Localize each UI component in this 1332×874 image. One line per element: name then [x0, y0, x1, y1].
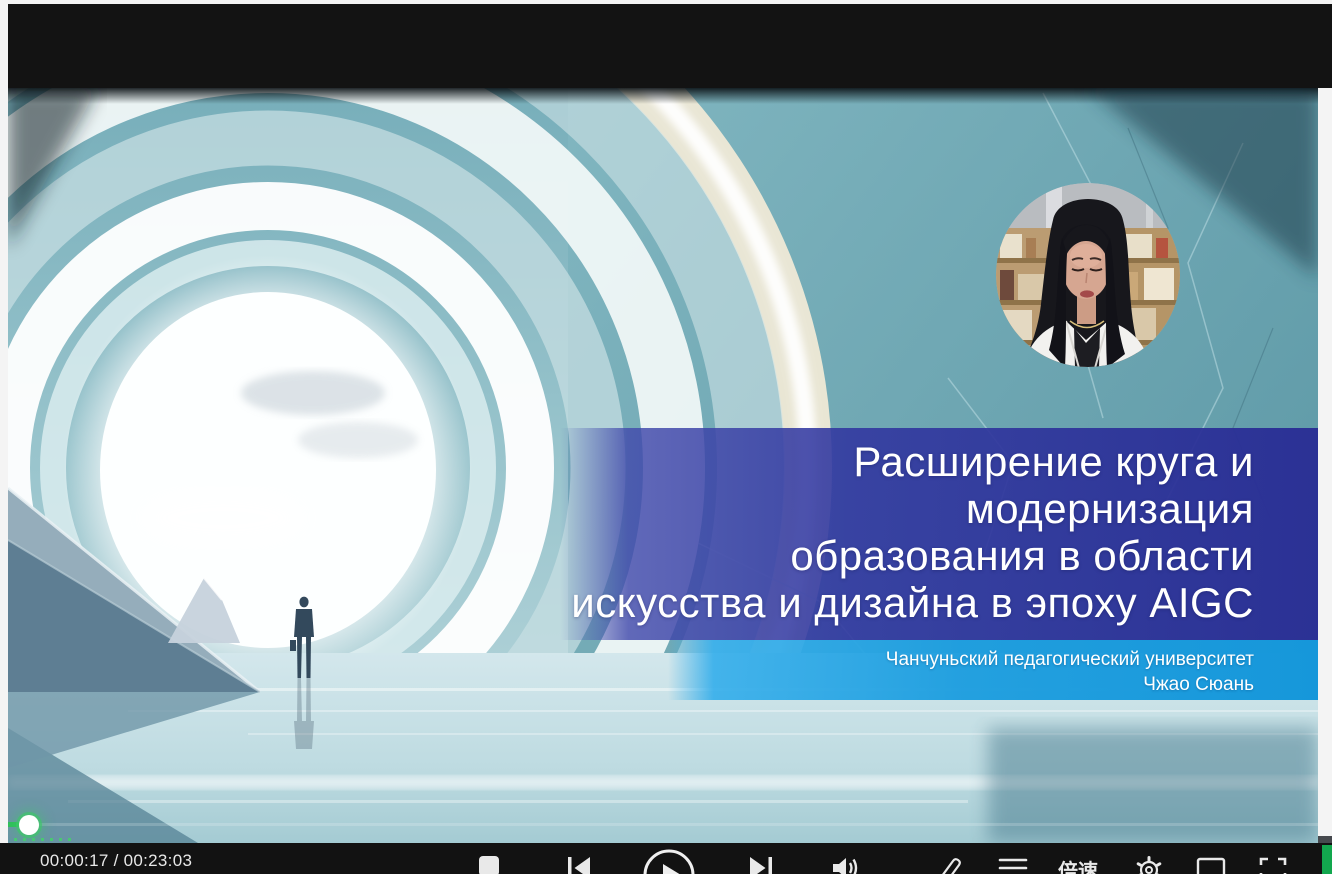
video-frame[interactable]: Расширение круга и модернизация образова… — [8, 88, 1318, 843]
pen-icon[interactable] — [936, 855, 964, 874]
fullscreen-icon[interactable] — [1258, 856, 1288, 874]
progress-handle[interactable] — [19, 815, 39, 835]
skip-back-icon[interactable] — [566, 855, 592, 874]
progress-marker-dots — [14, 838, 76, 841]
subtitle-line-1: Чанчуньский педагогический университет — [508, 647, 1254, 672]
slide-subtitle: Чанчуньский педагогический университет Ч… — [508, 647, 1318, 697]
player-control-bar: 00:00:17 / 00:23:03 — [0, 843, 1332, 874]
progress-bar-track[interactable] — [8, 823, 1318, 826]
title-line-2: модернизация — [248, 485, 1254, 532]
title-line-4: искусства и дизайна в эпоху AIGC — [248, 579, 1254, 626]
speed-label[interactable]: 倍速 — [1058, 855, 1098, 874]
subtitle-box-icon[interactable] — [1196, 857, 1226, 874]
time-display: 00:00:17 / 00:23:03 — [40, 851, 192, 871]
volume-icon[interactable] — [830, 855, 860, 874]
play-icon[interactable] — [642, 848, 696, 874]
progress-track-end — [1318, 836, 1332, 843]
slide-title: Расширение круга и модернизация образова… — [248, 438, 1318, 626]
subtitle-line-2: Чжао Сюань — [508, 672, 1254, 697]
stop-icon[interactable] — [478, 855, 500, 874]
settings-gear-icon[interactable] — [1134, 855, 1164, 874]
title-line-1: Расширение круга и — [248, 438, 1254, 485]
title-line-3: образования в области — [248, 532, 1254, 579]
scrollbar-green-bar[interactable] — [1322, 845, 1332, 874]
browser-page: Расширение круга и модернизация образова… — [0, 0, 1332, 874]
player-top-bar — [8, 4, 1332, 88]
list-icon[interactable] — [998, 856, 1028, 874]
skip-forward-icon[interactable] — [748, 855, 774, 874]
